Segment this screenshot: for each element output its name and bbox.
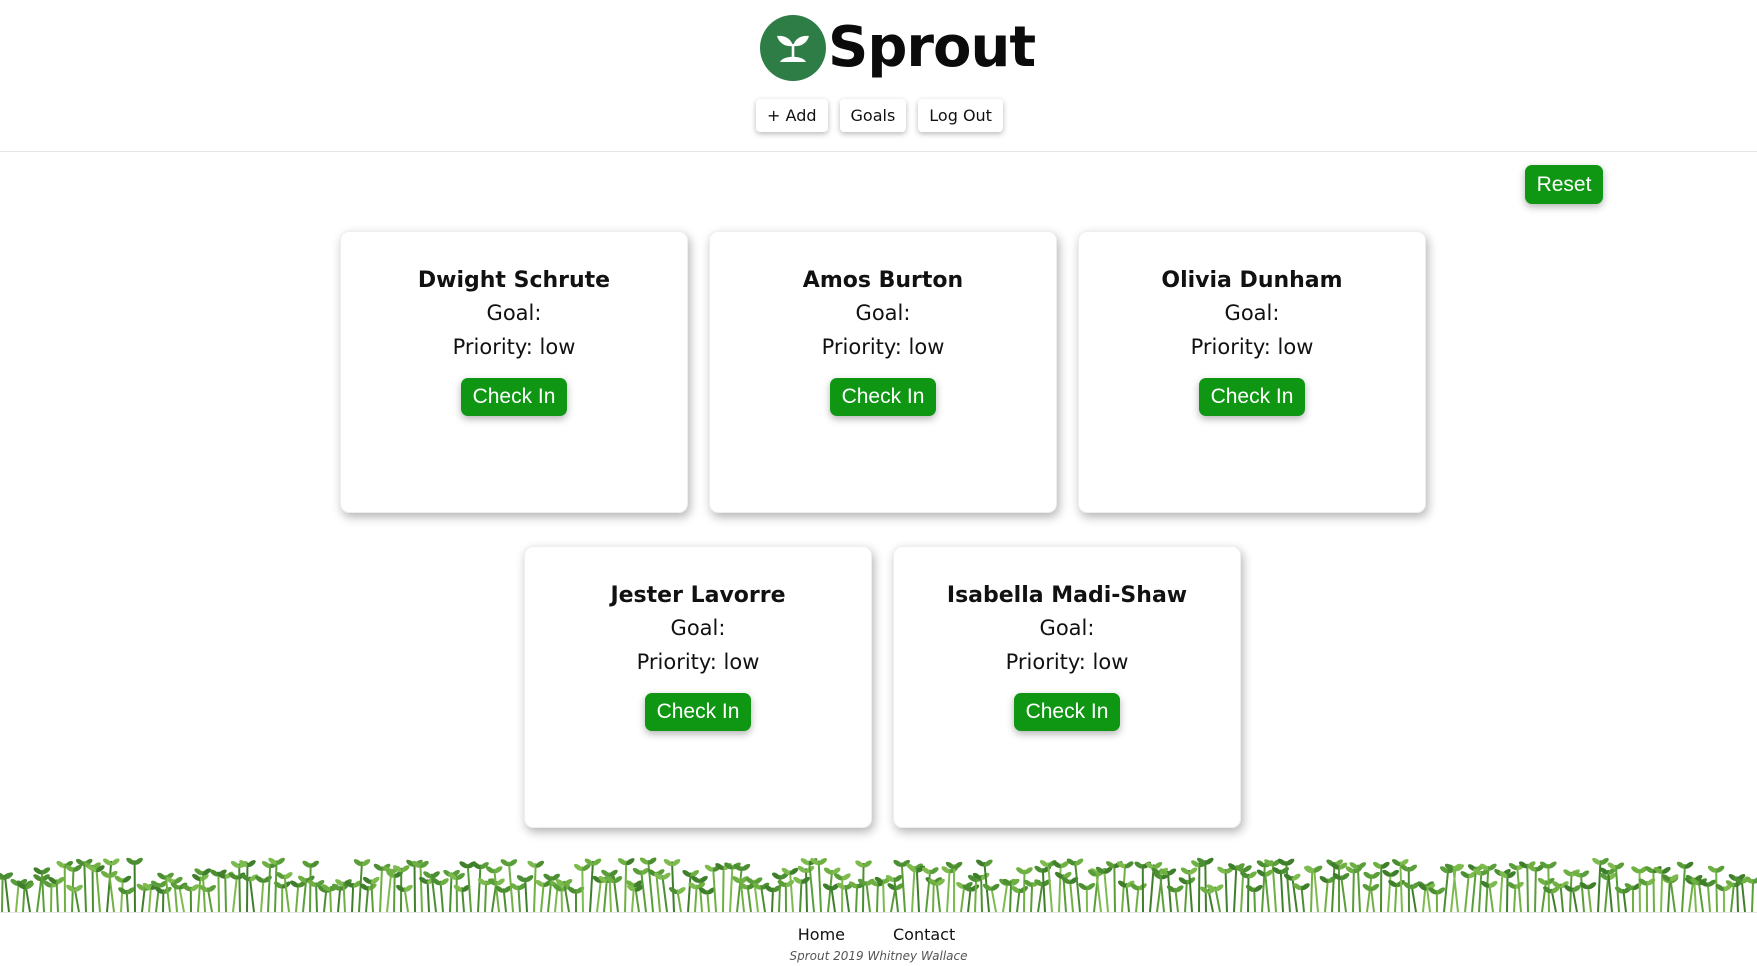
reset-button[interactable]: Reset bbox=[1525, 165, 1603, 204]
card-priority: Priority: low bbox=[636, 650, 760, 674]
card-priority: Priority: low bbox=[821, 335, 945, 359]
card-name: Jester Lavorre bbox=[610, 583, 786, 608]
brand[interactable]: Sprout bbox=[760, 14, 1036, 82]
person-card: Amos Burton Goal: Priority: low Check In bbox=[709, 231, 1057, 513]
check-in-button[interactable]: Check In bbox=[1198, 378, 1306, 416]
card-goal: Goal: bbox=[486, 301, 542, 325]
person-card: Isabella Madi-Shaw Goal: Priority: low C… bbox=[893, 546, 1241, 828]
card-priority: Priority: low bbox=[1190, 335, 1314, 359]
card-goal: Goal: bbox=[670, 616, 726, 640]
person-card: Jester Lavorre Goal: Priority: low Check… bbox=[524, 546, 872, 828]
main-nav: + Add Goals Log Out bbox=[0, 99, 1757, 132]
goals-button[interactable]: Goals bbox=[839, 99, 907, 132]
card-name: Amos Burton bbox=[802, 268, 964, 293]
footer-link-home[interactable]: Home bbox=[798, 925, 845, 944]
check-in-button[interactable]: Check In bbox=[1013, 693, 1121, 731]
footer-link-contact[interactable]: Contact bbox=[893, 925, 955, 944]
card-priority: Priority: low bbox=[452, 335, 576, 359]
sprouts-border bbox=[0, 857, 1757, 912]
sprout-icon bbox=[760, 15, 826, 81]
site-header: Sprout + Add Goals Log Out bbox=[0, 0, 1757, 152]
card-name: Isabella Madi-Shaw bbox=[946, 583, 1188, 608]
card-priority: Priority: low bbox=[1005, 650, 1129, 674]
check-in-button[interactable]: Check In bbox=[829, 378, 937, 416]
brand-name: Sprout bbox=[828, 15, 1036, 80]
add-button[interactable]: + Add bbox=[756, 99, 828, 132]
card-name: Olivia Dunham bbox=[1161, 268, 1343, 293]
log-out-button[interactable]: Log Out bbox=[918, 99, 1003, 132]
copyright: Sprout 2019 Whitney Wallace bbox=[789, 949, 968, 963]
card-goal: Goal: bbox=[1224, 301, 1280, 325]
person-card: Olivia Dunham Goal: Priority: low Check … bbox=[1078, 231, 1426, 513]
card-goal: Goal: bbox=[855, 301, 911, 325]
check-in-button[interactable]: Check In bbox=[460, 378, 568, 416]
card-goal: Goal: bbox=[1039, 616, 1095, 640]
card-name: Dwight Schrute bbox=[417, 268, 611, 293]
site-footer: Home Contact Sprout 2019 Whitney Wallace bbox=[0, 912, 1757, 966]
person-card: Dwight Schrute Goal: Priority: low Check… bbox=[340, 231, 688, 513]
footer-links: Home Contact bbox=[0, 925, 1757, 944]
check-in-button[interactable]: Check In bbox=[644, 693, 752, 731]
